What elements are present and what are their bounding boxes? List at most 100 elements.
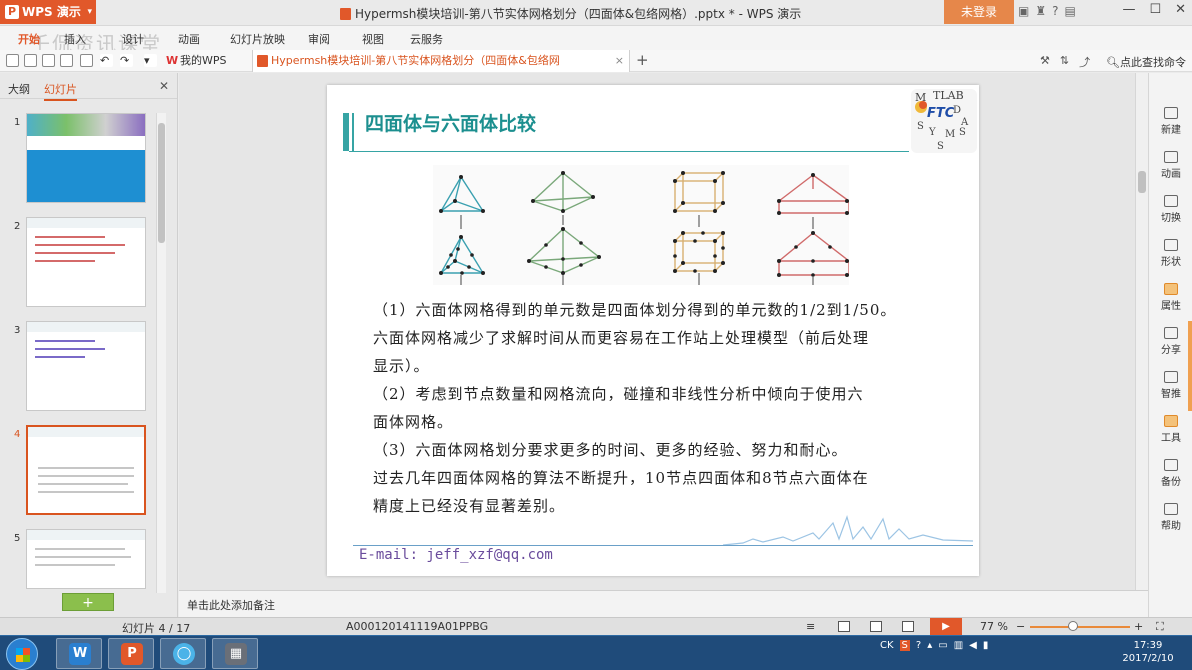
sidebar-item-recommend[interactable]: 智推 — [1149, 371, 1192, 400]
open-icon[interactable] — [6, 54, 19, 67]
tab-review[interactable]: 审阅 — [308, 31, 330, 47]
ribbon-tabs: 壬侃资讯课堂 开始 插入 设计 动画 幻灯片放映 审阅 视图 云服务 — [0, 26, 1192, 56]
sidebar-item-new[interactable]: 新建 — [1149, 107, 1192, 136]
title-bar: P WPS 演示 ▾ Hypermsh模块培训-第八节实体网格划分（四面体&包络… — [0, 0, 1192, 26]
input-language[interactable]: CK — [880, 640, 894, 651]
tab-cloud[interactable]: 云服务 — [410, 31, 443, 47]
slide-paragraph[interactable]: （2）考虑到节点数量和网格流向，碰撞和非线性分析中倾向于使用六 — [373, 383, 953, 404]
skin-icon[interactable]: ▣ — [1018, 4, 1029, 18]
network-icon[interactable]: ▥ — [954, 640, 963, 651]
svg-text:Y: Y — [928, 127, 936, 138]
reading-view-icon[interactable] — [902, 621, 914, 632]
volume-icon[interactable]: ◀ — [969, 640, 977, 651]
toolbar-right-icons: ⚒ ⇅ ⤴ — [1040, 54, 1090, 70]
shirt-icon[interactable]: ♜ — [1035, 4, 1046, 18]
slide-paragraph[interactable]: （1）六面体网格得到的单元数是四面体划分得到的单元数的1/2到1/50。 — [373, 299, 953, 320]
notes-pane[interactable]: 单击此处添加备注 — [179, 590, 1148, 617]
slide-sorter-icon[interactable] — [870, 621, 882, 632]
tab-outline[interactable]: 大纲 — [8, 81, 30, 97]
slide-paragraph[interactable]: 过去几年四面体网格的算法不断提升，10节点四面体和8节点六面体在 — [373, 467, 953, 488]
sidebar-item-share[interactable]: 分享 — [1149, 327, 1192, 356]
pin-icon[interactable]: ⚒ — [1040, 54, 1050, 70]
export-pdf-icon[interactable] — [42, 54, 55, 67]
system-clock[interactable]: 17:39 2017/2/10 — [1118, 639, 1178, 665]
sidebar-item-tools[interactable]: 工具 — [1149, 415, 1192, 444]
play-slideshow-button[interactable]: ▶ — [930, 618, 962, 636]
slide-thumbnail-1[interactable] — [26, 113, 146, 203]
battery-icon[interactable]: ▮ — [983, 640, 989, 651]
help-icon[interactable]: ? — [1052, 4, 1058, 18]
presentation-file-icon — [340, 8, 351, 20]
slide-thumbnail-2[interactable] — [26, 217, 146, 307]
zoom-slider-handle[interactable] — [1068, 621, 1078, 631]
clock-time: 17:39 — [1133, 640, 1163, 651]
app-menu-button[interactable]: P WPS 演示 ▾ — [0, 0, 96, 24]
preview-icon[interactable] — [80, 54, 93, 67]
tab-my-wps[interactable]: W 我的WPS — [162, 50, 250, 72]
zoom-out-icon[interactable]: − — [1016, 620, 1025, 633]
command-search[interactable]: 🔍︎点此查找命令 — [1106, 54, 1186, 70]
notes-toggle-icon[interactable]: ≡ — [806, 620, 815, 633]
login-button[interactable]: 未登录 — [944, 0, 1014, 24]
start-button[interactable] — [6, 638, 38, 670]
taskbar-hypermesh[interactable]: ▦ — [212, 638, 258, 669]
tab-slides[interactable]: 幻灯片 — [44, 81, 77, 101]
mesh-app-icon: ▦ — [225, 643, 247, 665]
undo-icon[interactable]: ↶ — [100, 54, 113, 67]
slide-paragraph[interactable]: （3）六面体网格划分要求更多的时间、更多的经验、努力和耐心。 — [373, 439, 953, 460]
tab-slideshow[interactable]: 幻灯片放映 — [230, 31, 285, 47]
zoom-slider[interactable] — [1030, 626, 1130, 628]
feedback-icon[interactable]: ▤ — [1064, 4, 1075, 18]
slide-thumbnail-4[interactable] — [26, 425, 146, 515]
share-icon[interactable]: ⤴ — [1079, 54, 1090, 70]
slide-thumbnail-5[interactable] — [26, 529, 146, 589]
normal-view-icon[interactable] — [838, 621, 850, 632]
help-icon[interactable]: ? — [916, 640, 921, 651]
sidebar-item-help[interactable]: 帮助 — [1149, 503, 1192, 532]
slide-thumbnail-3[interactable] — [26, 321, 146, 411]
slide-title[interactable]: 四面体与六面体比较 — [365, 109, 536, 136]
contact-email[interactable]: E-mail: jeff_xzf@qq.com — [359, 547, 553, 563]
sync-icon[interactable]: ⇅ — [1060, 54, 1069, 70]
sidebar-item-shape[interactable]: 形状 — [1149, 239, 1192, 268]
taskbar-browser[interactable]: ◯ — [160, 638, 206, 669]
tab-design[interactable]: 设计 — [122, 31, 144, 47]
tab-animation[interactable]: 动画 — [178, 31, 200, 47]
canvas-scrollbar[interactable] — [1135, 73, 1148, 590]
customize-dropdown-icon[interactable]: ▾ — [144, 54, 157, 67]
slide-canvas: 四面体与六面体比较 M TLAB D FTC A S Y M S S （1）六面… — [179, 73, 1148, 590]
new-tab-icon[interactable]: + — [636, 51, 649, 69]
add-slide-button[interactable]: + — [62, 593, 114, 611]
close-icon[interactable]: ✕ — [1175, 2, 1186, 17]
fit-window-icon[interactable]: ⛶ — [1156, 620, 1164, 634]
sidebar-item-backup[interactable]: 备份 — [1149, 459, 1192, 488]
tab-insert[interactable]: 插入 — [64, 31, 86, 47]
print-icon[interactable] — [60, 54, 73, 67]
zoom-level[interactable]: 77 % — [980, 620, 1008, 633]
close-panel-icon[interactable]: ✕ — [159, 79, 169, 93]
tab-start[interactable]: 开始 — [18, 31, 40, 47]
slide-paragraph[interactable]: 显示）。 — [373, 355, 953, 376]
taskbar-wps-writer[interactable]: W — [56, 638, 102, 669]
display-icon[interactable]: ▭ — [938, 640, 947, 651]
taskbar-wps-presentation[interactable]: P — [108, 638, 154, 669]
tray-expand-icon[interactable]: ▴ — [927, 640, 932, 651]
tab-view[interactable]: 视图 — [362, 31, 384, 47]
sidebar-item-properties[interactable]: 属性 — [1149, 283, 1192, 312]
redo-icon[interactable]: ↷ — [120, 54, 133, 67]
save-icon[interactable] — [24, 54, 37, 67]
slide[interactable]: 四面体与六面体比较 M TLAB D FTC A S Y M S S （1）六面… — [327, 85, 979, 576]
panel-scrollbar[interactable] — [156, 113, 166, 593]
sidebar-item-transition[interactable]: 切换 — [1149, 195, 1192, 224]
slide-paragraph[interactable]: 面体网格。 — [373, 411, 953, 432]
close-tab-icon[interactable]: × — [615, 50, 624, 71]
minimize-icon[interactable]: — — [1122, 2, 1135, 17]
sidebar-item-animation[interactable]: 动画 — [1149, 151, 1192, 180]
slide-paragraph[interactable]: 六面体网格减少了求解时间从而更容易在工作站上处理模型（前后处理 — [373, 327, 953, 348]
ime-icon[interactable]: S — [899, 640, 910, 651]
tab-active-document[interactable]: Hypermsh模块培训-第八节实体网格划分（四面体&包络网格）.pptx * … — [252, 50, 630, 88]
maximize-icon[interactable]: ☐ — [1149, 2, 1161, 17]
scrollbar-thumb[interactable] — [158, 123, 165, 243]
zoom-in-icon[interactable]: + — [1134, 620, 1143, 633]
scrollbar-thumb[interactable] — [1138, 171, 1146, 193]
